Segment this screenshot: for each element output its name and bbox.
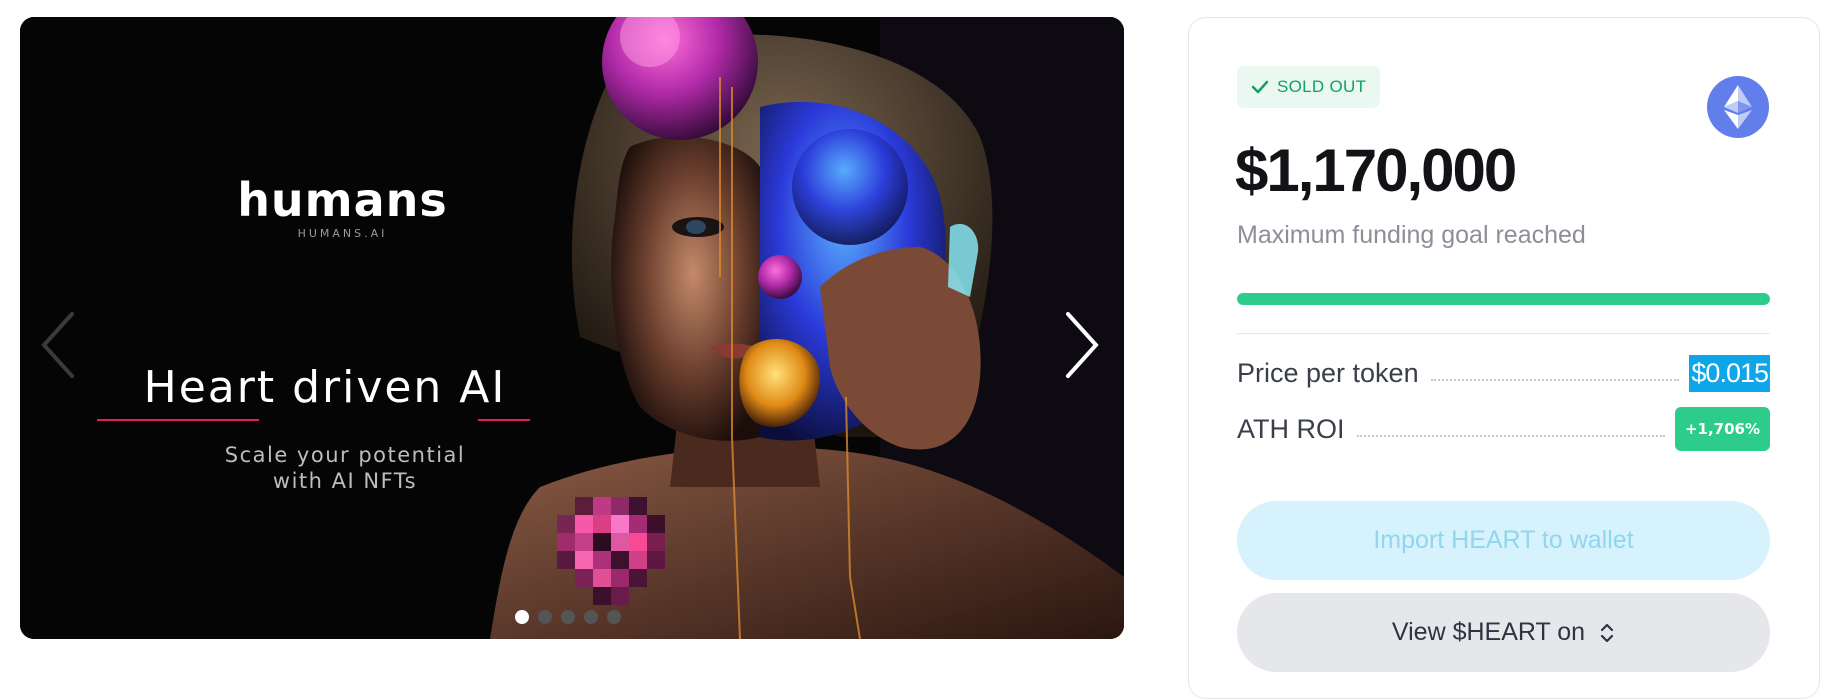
- view-button-label: View $HEART on: [1391, 618, 1586, 646]
- ath-roi-badge: +1,706%: [1674, 407, 1770, 451]
- carousel-dots: [515, 610, 621, 624]
- import-to-wallet-button[interactable]: Import HEART to wallet: [1237, 501, 1770, 580]
- chevron-right-icon: [1066, 312, 1099, 378]
- status-badge: SOLD OUT: [1237, 66, 1381, 108]
- ath-roi-label: ATH ROI: [1237, 413, 1345, 444]
- slide-headline: Heart driven AI: [143, 362, 507, 413]
- status-badge-label: SOLD OUT: [1277, 77, 1367, 96]
- carousel-prev-button[interactable]: [38, 310, 78, 380]
- sale-card: SOLD OUT $1,170,000 Maximum funding goal…: [1188, 17, 1820, 699]
- dotted-leader: [1356, 435, 1665, 437]
- ath-roi-row: ATH ROI +1,706%: [1237, 402, 1770, 456]
- slide-tagline: Scale your potential with AI NFTs: [150, 442, 540, 494]
- carousel-dot-5[interactable]: [607, 610, 621, 624]
- carousel-dot-2[interactable]: [538, 610, 552, 624]
- dotted-leader: [1430, 379, 1680, 381]
- carousel-dot-3[interactable]: [561, 610, 575, 624]
- tagline-line-2: with AI NFTs: [272, 469, 418, 493]
- price-per-token-value: $0.015: [1689, 354, 1770, 392]
- funding-caption: Maximum funding goal reached: [1237, 221, 1586, 249]
- chevron-left-icon: [41, 312, 74, 378]
- funding-progress-fill: [1237, 293, 1770, 305]
- headline-underline-right: [478, 419, 530, 421]
- raised-amount: $1,170,000: [1235, 137, 1517, 204]
- checkmark-icon: [1251, 80, 1269, 94]
- price-per-token-row: Price per token $0.015: [1237, 346, 1770, 400]
- view-on-dropdown-button[interactable]: View $HEART on: [1237, 593, 1770, 672]
- tagline-line-1: Scale your potential: [224, 443, 466, 467]
- price-per-token-label: Price per token: [1237, 357, 1419, 388]
- import-button-label: Import HEART to wallet: [1373, 526, 1634, 554]
- chevron-up-down-icon: [1600, 623, 1614, 642]
- brand-logo-text: humans: [237, 173, 448, 227]
- hero-artwork: [20, 17, 1124, 639]
- brand-logo: humans HUMANS.AI: [200, 177, 485, 240]
- carousel-next-button[interactable]: [1062, 310, 1102, 380]
- carousel-dot-1[interactable]: [515, 610, 529, 624]
- funding-progress-bar: [1237, 293, 1770, 305]
- ethereum-icon: [1707, 76, 1769, 138]
- divider: [1237, 333, 1770, 334]
- carousel-dot-4[interactable]: [584, 610, 598, 624]
- headline-underline-left: [97, 419, 259, 421]
- hero-carousel[interactable]: humans HUMANS.AI Heart driven AI Scale y…: [20, 17, 1124, 639]
- brand-subtitle: HUMANS.AI: [297, 227, 388, 240]
